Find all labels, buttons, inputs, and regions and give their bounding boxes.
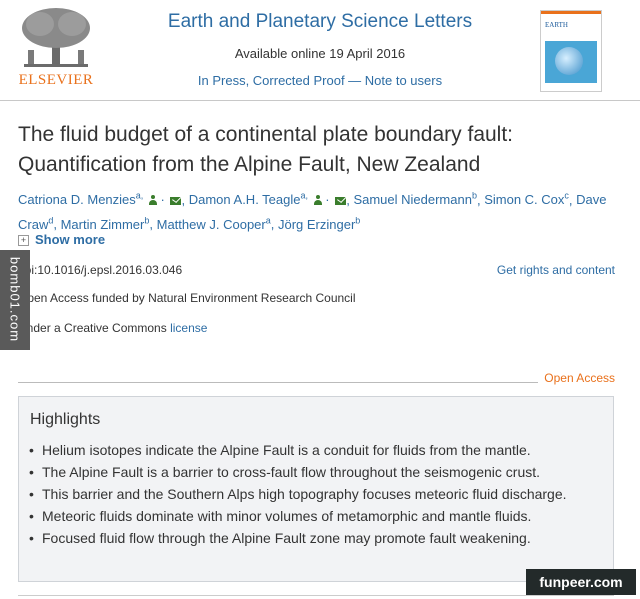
author-item: Jörg Erzingerb (278, 215, 360, 232)
author-list: Catriona D. Menziesa, · , Damon A.H. Tea… (18, 186, 618, 235)
author-name-link[interactable]: Matthew J. Cooper (157, 217, 266, 232)
highlight-item: The Alpine Fault is a barrier to cross-f… (29, 461, 599, 483)
author-item: Martin Zimmerb (61, 215, 150, 232)
globe-icon (555, 47, 583, 75)
author-name-link[interactable]: Damon A.H. Teagle (189, 192, 301, 207)
author-separator: , (181, 192, 189, 208)
person-icon[interactable] (148, 195, 157, 206)
cover-band (541, 11, 601, 14)
author-affiliation-sup[interactable]: b (355, 215, 360, 225)
elsevier-logo[interactable]: ELSEVIER (10, 4, 102, 92)
separator-dot: · (156, 192, 169, 208)
author-affiliation-sup[interactable]: a, (301, 191, 309, 201)
highlight-item: Focused fluid flow through the Alpine Fa… (29, 527, 599, 549)
highlight-item: Meteoric fluids dominate with minor volu… (29, 505, 599, 527)
author-name-link[interactable]: Samuel Niedermann (353, 192, 472, 207)
open-access-label: Open Access (544, 371, 615, 385)
person-icon[interactable] (313, 195, 322, 206)
expand-plus-icon: + (18, 235, 29, 246)
elsevier-tree-icon (22, 8, 90, 67)
journal-cover-thumbnail[interactable]: EARTH (540, 10, 602, 92)
highlights-list: Helium isotopes indicate the Alpine Faul… (29, 439, 599, 549)
highlights-title: Highlights (30, 411, 101, 428)
elsevier-wordmark: ELSEVIER (18, 72, 94, 88)
email-icon[interactable] (170, 197, 182, 206)
author-name-link[interactable]: Martin Zimmer (61, 217, 145, 232)
author-item: Matthew J. Coopera (157, 215, 271, 232)
highlight-item: This barrier and the Southern Alps high … (29, 483, 599, 505)
show-more-toggle[interactable]: + Show more (18, 232, 105, 247)
funding-statement: Open Access funded by Natural Environmen… (18, 291, 356, 305)
available-online-date: Available online 19 April 2016 (234, 46, 406, 61)
show-more-label: Show more (35, 232, 106, 247)
left-watermark-text: bomb01.com (7, 256, 23, 343)
article-title: The fluid budget of a continental plate … (18, 123, 514, 176)
author-separator: , (270, 216, 278, 232)
journal-title-link[interactable]: Earth and Planetary Science Letters (120, 11, 520, 33)
author-separator: , (149, 216, 157, 232)
author-separator: , (53, 216, 61, 232)
license-link[interactable]: license (170, 321, 207, 335)
get-rights-link[interactable]: Get rights and content (497, 263, 615, 277)
email-icon[interactable] (335, 197, 347, 206)
journal-header: ELSEVIER Earth and Planetary Science Let… (0, 0, 640, 101)
author-item: Samuel Niedermannb (353, 191, 477, 207)
author-name-link[interactable]: Simon C. Cox (484, 192, 564, 207)
highlights-box: Highlights Helium isotopes indicate the … (18, 396, 614, 582)
cover-title: EARTH (545, 21, 568, 29)
left-watermark: bomb01.com (0, 250, 30, 350)
separator-dot: · (321, 192, 334, 208)
author-name-link[interactable]: Jörg Erzinger (278, 217, 355, 232)
open-access-divider (18, 382, 538, 383)
author-item: Damon A.H. Teaglea, · (189, 191, 347, 208)
author-affiliation-sup[interactable]: a, (136, 191, 144, 201)
highlight-item: Helium isotopes indicate the Alpine Faul… (29, 439, 599, 461)
author-item: Simon C. Coxc (484, 191, 569, 207)
doi-link[interactable]: doi:10.1016/j.epsl.2016.03.046 (18, 263, 182, 277)
bottom-divider (18, 595, 614, 596)
in-press-note-link[interactable]: In Press, Corrected Proof — Note to user… (120, 73, 520, 88)
author-name-link[interactable]: Catriona D. Menzies (18, 192, 136, 207)
author-item: Catriona D. Menziesa, · (18, 191, 182, 208)
license-statement: Under a Creative Commons license (18, 321, 207, 335)
funpeer-watermark: funpeer.com (526, 569, 636, 595)
license-prefix: Under a Creative Commons (18, 321, 171, 335)
